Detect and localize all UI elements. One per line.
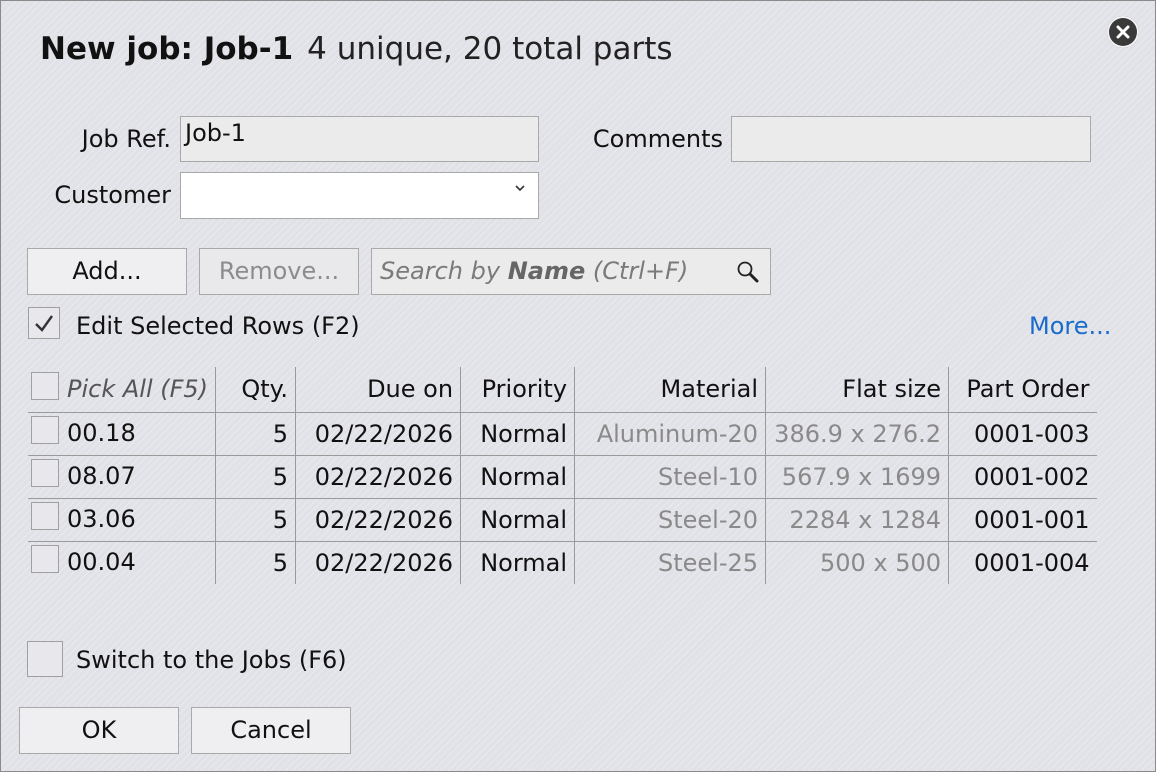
flat-size-cell: 500 x 500 <box>765 541 950 584</box>
switch-to-jobs-checkbox[interactable] <box>27 641 63 677</box>
add-button[interactable]: Add... <box>27 248 187 295</box>
close-button[interactable] <box>1107 16 1139 48</box>
parts-summary: 4 unique, 20 total parts <box>307 31 673 67</box>
material-cell: Steel-10 <box>574 455 767 499</box>
column-header-due-on[interactable]: Due on <box>295 367 462 413</box>
column-header-material[interactable]: Material <box>574 367 767 413</box>
priority-cell[interactable]: Normal <box>460 498 576 542</box>
pick-all-checkbox[interactable] <box>31 371 59 400</box>
part-order-cell[interactable]: 0001-002 <box>948 455 1097 499</box>
column-header-part-order[interactable]: Part Order <box>948 367 1097 413</box>
column-header-flat-size[interactable]: Flat size <box>765 367 950 413</box>
part-name: 00.18 <box>67 419 136 447</box>
row-name-cell: 03.06 <box>28 498 217 542</box>
row-name-cell: 08.07 <box>28 455 217 499</box>
close-icon <box>1116 25 1130 39</box>
search-placeholder-suffix: (Ctrl+F) <box>585 257 689 285</box>
row-name-cell: 00.04 <box>28 541 217 584</box>
column-header-pick-all[interactable]: Pick All (F5) <box>28 367 217 413</box>
qty-cell[interactable]: 5 <box>215 412 297 456</box>
part-name: 03.06 <box>67 505 136 533</box>
row-checkbox[interactable] <box>31 416 59 444</box>
table-header-row: Pick All (F5) Qty. Due on Priority Mater… <box>28 367 1097 413</box>
row-checkbox[interactable] <box>31 502 59 530</box>
column-header-qty[interactable]: Qty. <box>215 367 297 413</box>
material-cell: Aluminum-20 <box>574 412 767 456</box>
part-order-cell[interactable]: 0001-004 <box>949 541 1097 584</box>
material-cell: Steel-20 <box>574 498 767 542</box>
column-header-priority[interactable]: Priority <box>460 367 576 413</box>
dialog-title: New job: Job-1 4 unique, 20 total parts <box>40 31 673 67</box>
job-ref-input[interactable]: Job-1 <box>180 116 539 162</box>
flat-size-cell: 2284 x 1284 <box>765 498 950 542</box>
search-input[interactable]: Search by Name (Ctrl+F) <box>371 248 771 295</box>
due-cell[interactable]: 02/22/2026 <box>295 412 462 456</box>
flat-size-cell: 567.9 x 1699 <box>765 455 950 499</box>
part-name: 08.07 <box>67 462 136 490</box>
pick-all-label: Pick All (F5) <box>67 374 209 403</box>
row-name-cell: 00.18 <box>28 412 217 456</box>
ok-button[interactable]: OK <box>19 707 179 754</box>
due-cell[interactable]: 02/22/2026 <box>295 455 462 499</box>
customer-select[interactable] <box>180 172 539 219</box>
qty-cell[interactable]: 5 <box>215 541 297 584</box>
job-title: New job: Job-1 <box>40 31 294 67</box>
priority-cell[interactable]: Normal <box>460 541 576 584</box>
remove-button[interactable]: Remove... <box>199 248 359 295</box>
edit-selected-checkbox[interactable] <box>28 307 60 339</box>
more-link[interactable]: More... <box>1029 312 1111 340</box>
priority-cell[interactable]: Normal <box>460 455 576 499</box>
search-placeholder-bold: Name <box>507 257 586 285</box>
table-row[interactable]: 08.07 5 02/22/2026 Normal Steel-10 567.9… <box>28 455 1097 499</box>
part-order-cell[interactable]: 0001-003 <box>948 412 1097 456</box>
checkmark-icon <box>35 315 53 332</box>
parts-table: Pick All (F5) Qty. Due on Priority Mater… <box>28 367 1097 584</box>
cancel-button[interactable]: Cancel <box>191 707 351 754</box>
due-cell[interactable]: 02/22/2026 <box>295 498 462 542</box>
due-cell[interactable]: 02/22/2026 <box>295 541 462 584</box>
job-ref-label: Job Ref. <box>81 125 171 153</box>
search-placeholder-prefix: Search by <box>380 257 508 285</box>
comments-label: Comments <box>592 125 723 153</box>
flat-size-cell: 386.9 x 276.2 <box>765 412 950 456</box>
qty-cell[interactable]: 5 <box>215 498 297 542</box>
customer-label: Customer <box>54 181 171 209</box>
switch-to-jobs-label: Switch to the Jobs (F6) <box>76 646 347 674</box>
part-name: 00.04 <box>67 548 136 577</box>
table-row[interactable]: 00.18 5 02/22/2026 Normal Aluminum-20 38… <box>28 412 1097 456</box>
comments-input[interactable] <box>731 116 1091 162</box>
new-job-dialog: New job: Job-1 4 unique, 20 total parts J… <box>0 0 1156 772</box>
chevron-down-icon <box>515 185 525 192</box>
table-row[interactable]: 03.06 5 02/22/2026 Normal Steel-20 2284 … <box>28 498 1097 542</box>
material-cell: Steel-25 <box>574 541 767 584</box>
edit-selected-label: Edit Selected Rows (F2) <box>76 312 360 340</box>
row-checkbox[interactable] <box>31 545 59 574</box>
part-order-cell[interactable]: 0001-001 <box>948 498 1097 542</box>
row-checkbox[interactable] <box>31 459 59 487</box>
table-row[interactable]: 00.04 5 02/22/2026 Normal Steel-25 500 x… <box>28 541 1097 584</box>
search-icon <box>737 261 759 283</box>
qty-cell[interactable]: 5 <box>215 455 297 499</box>
priority-cell[interactable]: Normal <box>460 412 576 456</box>
